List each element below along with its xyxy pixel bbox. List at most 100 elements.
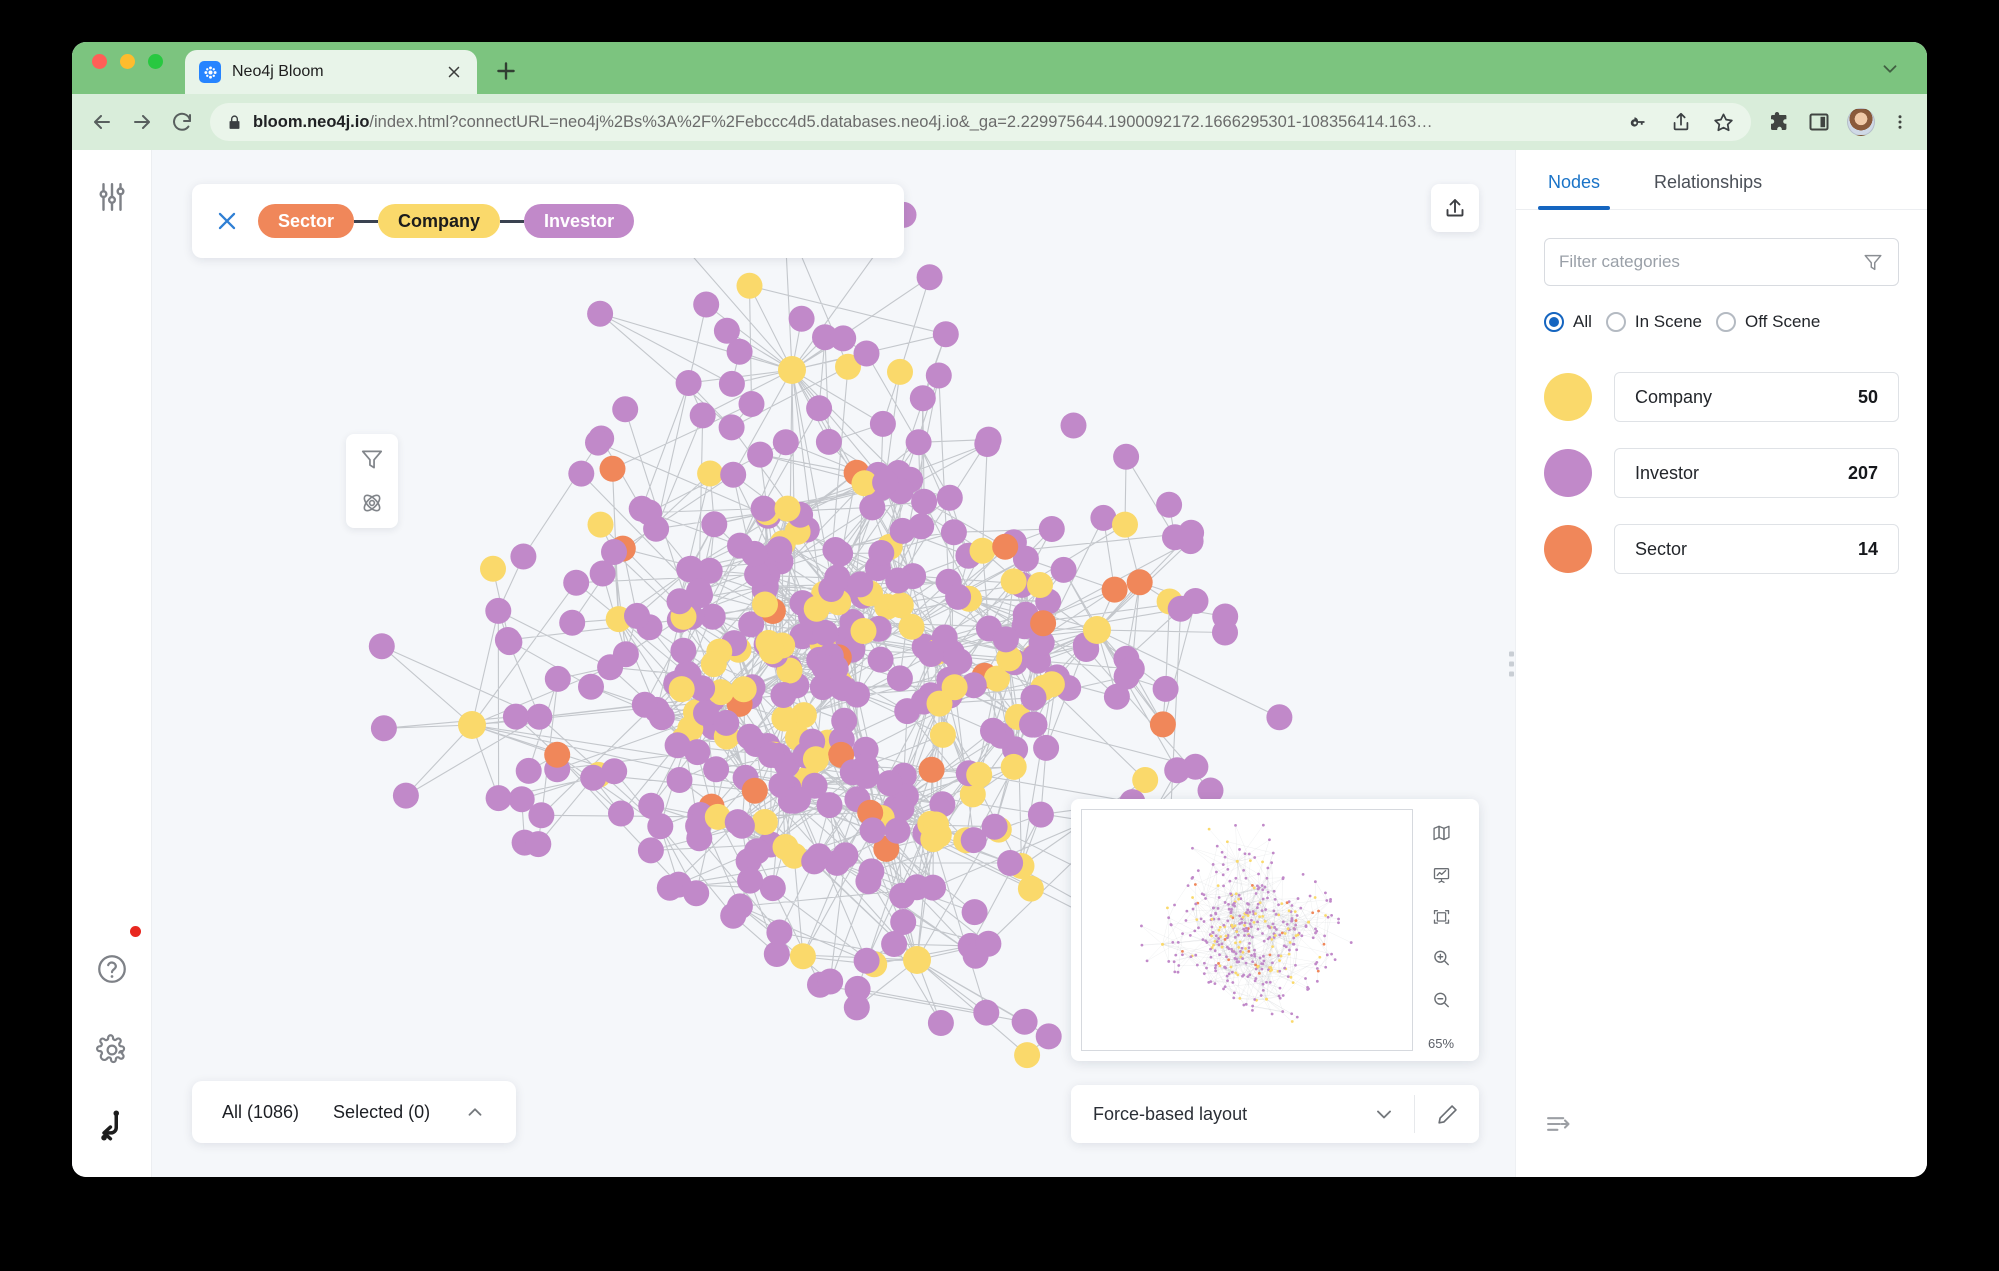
chevron-down-icon[interactable] <box>1879 58 1901 80</box>
filter-categories-box[interactable] <box>1544 238 1899 286</box>
category-box[interactable]: Company 50 <box>1614 372 1899 422</box>
minimap-panel[interactable]: 65% <box>1071 799 1479 1061</box>
radio-in-scene-label: In Scene <box>1634 312 1703 331</box>
close-window-button[interactable] <box>92 53 107 69</box>
side-panel-icon[interactable] <box>1807 110 1831 134</box>
close-tab-icon[interactable] <box>445 63 463 81</box>
zoom-level-label: 65% <box>1427 1035 1455 1051</box>
address-bar[interactable]: bloom.neo4j.io/index.html?connectURL=neo… <box>210 103 1751 141</box>
map-icon[interactable] <box>1429 823 1454 843</box>
canvas-tool-stack <box>346 434 398 528</box>
password-key-icon[interactable] <box>1628 111 1650 133</box>
zoom-in-icon[interactable] <box>1429 948 1454 968</box>
selected-count-label: Selected (0) <box>333 1101 431 1122</box>
lock-icon <box>229 114 240 129</box>
layout-selector[interactable]: Force-based layout <box>1071 1085 1479 1143</box>
export-button[interactable] <box>1431 184 1479 232</box>
tab-relationships[interactable]: Relationships <box>1644 150 1772 209</box>
reload-icon[interactable] <box>170 110 194 134</box>
scope-radio-group: All In Scene Off Scene <box>1516 286 1927 332</box>
category-box[interactable]: Investor 207 <box>1614 448 1899 498</box>
search-pill-sector[interactable]: Sector <box>258 204 355 238</box>
tab-strip: Neo4j Bloom <box>72 42 1927 94</box>
all-count-label: All (1086) <box>222 1101 300 1122</box>
notification-dot <box>129 926 141 937</box>
settings-gear-icon[interactable] <box>95 1033 129 1067</box>
category-box[interactable]: Sector 14 <box>1614 524 1899 574</box>
left-rail-bottom <box>72 926 151 1143</box>
fit-to-screen-icon[interactable] <box>1429 907 1454 927</box>
neo4j-favicon-icon <box>199 61 221 83</box>
category-list: Company 50 Investor 207 Sector 14 <box>1516 332 1927 574</box>
filter-categories-input[interactable] <box>1559 252 1854 272</box>
pill-connector <box>500 219 525 223</box>
left-rail <box>72 150 152 1177</box>
minimap-tools: 65% <box>1413 809 1469 1051</box>
extensions-puzzle-icon[interactable] <box>1767 110 1791 134</box>
search-pill-company[interactable]: Company <box>378 204 501 238</box>
sort-button[interactable] <box>1544 1110 1572 1143</box>
category-name: Company <box>1635 386 1713 407</box>
filter-funnel-icon[interactable] <box>359 446 385 472</box>
search-pill-investor[interactable]: Investor <box>524 204 635 238</box>
sort-arrow-icon <box>1547 1117 1570 1131</box>
panel-drag-handle[interactable] <box>1509 651 1514 676</box>
category-color-swatch[interactable] <box>1544 373 1592 421</box>
radio-all-label: All <box>1573 312 1592 331</box>
profile-avatar[interactable] <box>1847 108 1875 136</box>
chevron-up-icon[interactable] <box>464 1101 486 1123</box>
panel-tabs: Nodes Relationships <box>1516 150 1927 210</box>
new-tab-icon[interactable] <box>493 58 519 84</box>
layout-selected-label: Force-based layout <box>1093 1103 1248 1124</box>
radio-in-scene[interactable]: In Scene <box>1605 312 1703 332</box>
browser-tab[interactable]: Neo4j Bloom <box>185 50 477 94</box>
category-name: Sector <box>1635 538 1688 559</box>
url-text: bloom.neo4j.io/index.html?connectURL=neo… <box>253 113 1618 132</box>
selection-status-bar[interactable]: All (1086) Selected (0) <box>192 1081 517 1143</box>
maximize-window-button[interactable] <box>148 53 163 69</box>
edit-layout-button[interactable] <box>1415 1102 1479 1127</box>
upload-export-icon <box>1446 199 1464 217</box>
cluster-atom-icon[interactable] <box>359 490 385 516</box>
radio-off-scene[interactable]: Off Scene <box>1716 312 1820 332</box>
help-button[interactable] <box>95 926 141 991</box>
bookmark-star-icon[interactable] <box>1712 111 1735 134</box>
category-row-company[interactable]: Company 50 <box>1544 372 1899 422</box>
right-panel: Nodes Relationships All In Scene Off Sce… <box>1509 150 1927 1177</box>
forward-icon[interactable] <box>130 110 154 134</box>
pencil-edit-icon <box>1437 1104 1457 1124</box>
category-color-swatch[interactable] <box>1544 449 1592 497</box>
slideshow-chart-icon[interactable] <box>1429 865 1454 885</box>
back-icon[interactable] <box>90 110 114 134</box>
sliders-icon[interactable] <box>95 180 129 214</box>
minimap-graph <box>1140 823 1353 1023</box>
radio-all[interactable]: All <box>1544 312 1592 332</box>
search-pill-group: Sector Company Investor <box>258 204 635 238</box>
chevron-down-icon[interactable] <box>1372 1102 1396 1126</box>
category-row-sector[interactable]: Sector 14 <box>1544 524 1899 574</box>
tab-title: Neo4j Bloom <box>232 63 324 80</box>
category-name: Investor <box>1635 462 1700 483</box>
zoom-out-icon[interactable] <box>1429 990 1454 1010</box>
category-row-investor[interactable]: Investor 207 <box>1544 448 1899 498</box>
search-bar[interactable]: Sector Company Investor <box>192 184 904 258</box>
clear-search-icon[interactable] <box>214 208 240 234</box>
pill-connector <box>354 219 379 223</box>
url-domain: bloom.neo4j.io <box>253 112 370 131</box>
category-count: 50 <box>1857 386 1878 407</box>
app-body: Sector Company Investor All (1086) Selec… <box>72 150 1927 1177</box>
radio-off-scene-label: Off Scene <box>1745 312 1821 331</box>
graph-canvas[interactable]: Sector Company Investor All (1086) Selec… <box>152 150 1515 1177</box>
window-traffic-lights <box>92 42 163 94</box>
neo4j-logo-icon[interactable] <box>95 1109 129 1143</box>
chrome-menu-icon[interactable] <box>1891 110 1909 134</box>
minimap-viewport[interactable] <box>1081 809 1413 1051</box>
help-circle-icon[interactable] <box>95 952 129 986</box>
minimize-window-button[interactable] <box>120 53 135 69</box>
tab-nodes[interactable]: Nodes <box>1538 150 1611 210</box>
filter-funnel-icon[interactable] <box>1862 251 1884 273</box>
browser-window: Neo4j Bloom bloom.neo4j.io/index.html?co <box>72 42 1927 1177</box>
browser-toolbar: bloom.neo4j.io/index.html?connectURL=neo… <box>72 94 1927 150</box>
category-color-swatch[interactable] <box>1544 525 1592 573</box>
share-icon[interactable] <box>1670 111 1692 133</box>
